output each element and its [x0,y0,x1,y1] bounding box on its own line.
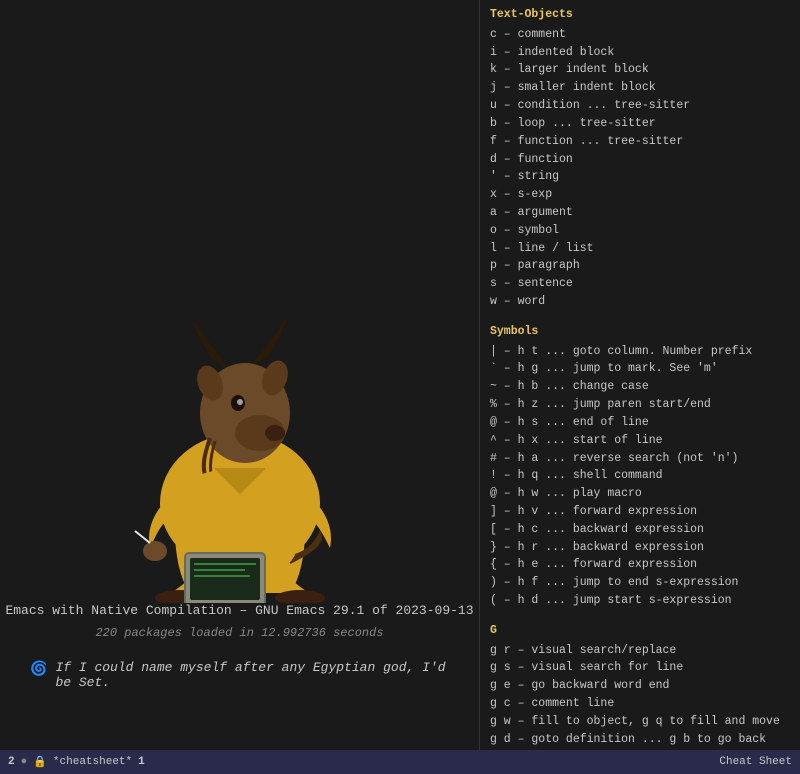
main-area: Emacs with Native Compilation – GNU Emac… [0,0,800,750]
list-item: g r – visual search/replace [490,642,790,660]
list-item: g w – fill to object, g q to fill and mo… [490,713,790,731]
status-dot: ● [21,756,28,768]
list-item: u – condition ... tree-sitter [490,97,790,115]
symbols-items: | – h t ... goto column. Number prefix `… [490,343,790,610]
list-item: s – sentence [490,275,790,293]
list-item: k – larger indent block [490,61,790,79]
list-item: l – line / list [490,240,790,258]
quote-icon: 🌀 [30,661,47,678]
list-item: ! – h q ... shell command [490,467,790,485]
list-item: p – paragraph [490,257,790,275]
list-item: f – function ... tree-sitter [490,133,790,151]
status-bar: 2 ● 🔒 *cheatsheet* 1 Cheat Sheet [0,750,800,774]
emacs-title: Emacs with Native Compilation – GNU Emac… [5,603,473,618]
list-item: | – h t ... goto column. Number prefix [490,343,790,361]
packages-subtitle: 220 packages loaded in 12.992736 seconds [95,626,383,640]
list-item: g d – goto definition ... g b to go back [490,731,790,749]
list-item: o – symbol [490,222,790,240]
list-item: b – loop ... tree-sitter [490,115,790,133]
list-item: @ – h w ... play macro [490,485,790,503]
list-item: g c – comment line [490,695,790,713]
left-panel: Emacs with Native Compilation – GNU Emac… [0,0,480,750]
list-item: ~ – h b ... change case [490,378,790,396]
quote-area: 🌀 If I could name myself after any Egypt… [0,660,479,690]
list-item: i – indented block [490,44,790,62]
list-item: ] – h v ... forward expression [490,503,790,521]
list-item: g e – go backward word end [490,677,790,695]
list-item: ^ – h x ... start of line [490,432,790,450]
list-item: # – h a ... reverse search (not 'n') [490,450,790,468]
list-item: @ – h s ... end of line [490,414,790,432]
list-item: c – comment [490,26,790,44]
list-item: ' – string [490,168,790,186]
text-objects-items: c – comment i – indented block k – large… [490,26,790,311]
list-item: x – s-exp [490,186,790,204]
list-item: % – h z ... jump paren start/end [490,396,790,414]
list-item: [ – h c ... backward expression [490,521,790,539]
quote-text: If I could name myself after any Egyptia… [55,660,449,690]
list-item: j – smaller indent block [490,79,790,97]
list-item: g s – visual search for line [490,659,790,677]
section-title-text-objects: Text-Objects [490,6,790,24]
status-number2: 1 [138,756,145,768]
list-item: { – h e ... forward expression [490,556,790,574]
list-item: d – function [490,151,790,169]
list-item: a – argument [490,204,790,222]
list-item: } – h r ... backward expression [490,539,790,557]
list-item: w – word [490,293,790,311]
section-title-symbols: Symbols [490,323,790,341]
list-item: ` – h g ... jump to mark. See 'm' [490,360,790,378]
gnu-mascot-image [90,283,390,603]
section-title-g: G [490,622,790,640]
list-item: ( – h d ... jump start s-expression [490,592,790,610]
status-number: 2 [8,756,15,768]
status-filename: *cheatsheet* [53,756,132,768]
g-items: g r – visual search/replace g s – visual… [490,642,790,750]
right-panel[interactable]: Text-Objects c – comment i – indented bl… [480,0,800,750]
status-right-label: Cheat Sheet [719,756,792,768]
list-item: ) – h f ... jump to end s-expression [490,574,790,592]
status-lock-icon: 🔒 [33,755,47,769]
